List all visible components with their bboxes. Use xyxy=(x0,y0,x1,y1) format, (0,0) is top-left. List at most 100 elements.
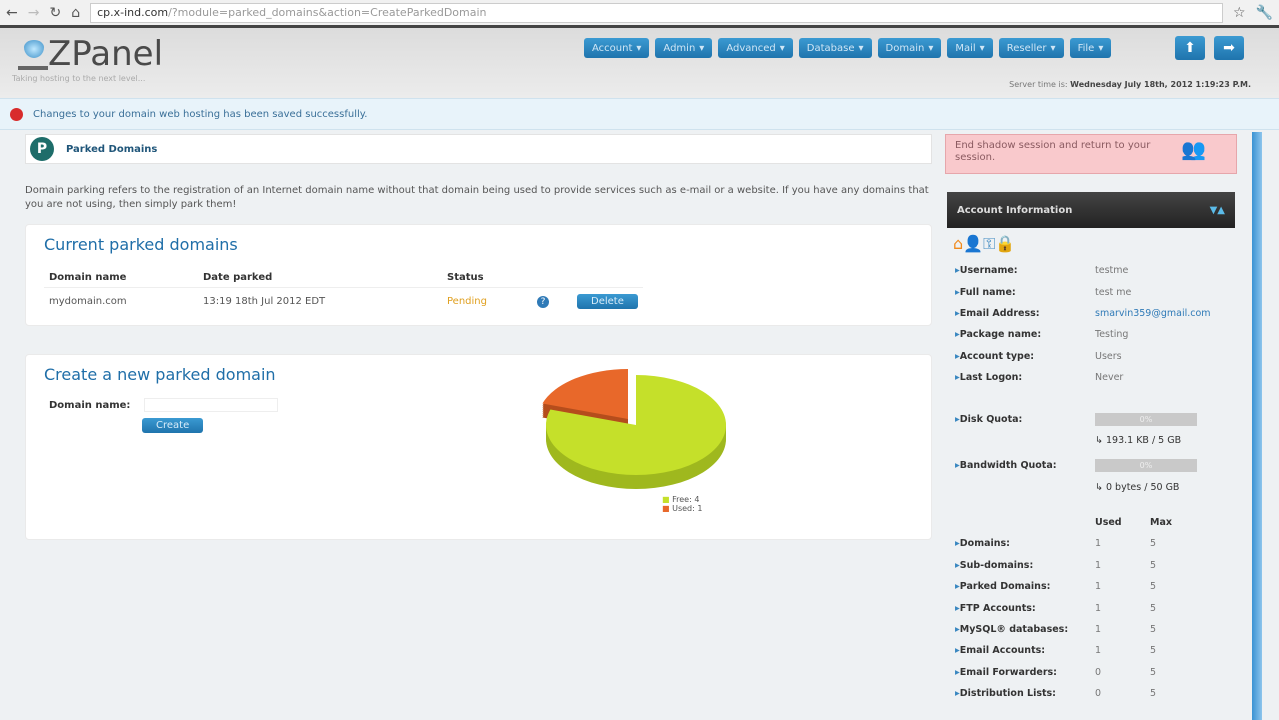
usage-key: FTP Accounts: xyxy=(955,603,1095,614)
usage-key: Email Forwarders: xyxy=(955,667,1095,678)
col-status: Status xyxy=(447,272,484,283)
usage-row: Domains:1 5 xyxy=(945,533,1237,554)
menu-label: Advanced xyxy=(726,42,776,54)
disk-usage: ↳ 193.1 KB / 5 GB xyxy=(1095,434,1182,446)
address-bar[interactable]: cp.x-ind.com/?module=parked_domains&acti… xyxy=(90,2,1223,23)
forward-icon[interactable]: → xyxy=(28,5,40,21)
bandwidth-usage: ↳ 0 bytes / 50 GB xyxy=(1095,481,1180,493)
menu-account[interactable]: Account ▾ xyxy=(584,38,650,58)
usage-max: 5 xyxy=(1150,688,1157,700)
col-domain: Domain name xyxy=(49,272,127,283)
url-host: cp.x-ind.com xyxy=(97,6,169,19)
disk-quota: Disk Quota:0% xyxy=(945,408,1237,429)
usage-used: 1 xyxy=(1095,559,1102,571)
info-value: Users xyxy=(1095,350,1122,362)
usage-key: Distribution Lists: xyxy=(955,688,1095,699)
usage-max: 5 xyxy=(1150,559,1157,571)
zpanel-logo[interactable]: ZPanel xyxy=(18,36,163,72)
account-title: Account Information xyxy=(957,204,1073,216)
usage-used: 0 xyxy=(1095,688,1102,700)
menu-advanced[interactable]: Advanced ▾ xyxy=(718,38,793,58)
menu-label: Reseller xyxy=(1006,42,1047,54)
info-key: Package name: xyxy=(955,329,1095,340)
home-icon[interactable]: ⌂ xyxy=(71,5,80,21)
info-value: Never xyxy=(1095,372,1124,384)
wrench-icon[interactable]: 🔧 xyxy=(1256,5,1273,21)
usage-used: 0 xyxy=(1095,666,1102,678)
help-icon[interactable]: ? xyxy=(537,295,549,308)
account-info-header[interactable]: Account Information ▼▲ xyxy=(947,192,1235,228)
key-icon[interactable]: ⚿ xyxy=(983,234,995,253)
account-info-list: Username:testmeFull name:test meEmail Ad… xyxy=(945,260,1237,388)
back-icon[interactable]: ← xyxy=(6,5,18,21)
users-icon: 👥 xyxy=(1181,137,1206,161)
used-header: Used xyxy=(1095,517,1122,529)
notice-text: Changes to your domain web hosting has b… xyxy=(33,108,368,120)
sidebar: End shadow session and return to your se… xyxy=(945,134,1237,704)
parked-domains-table: Domain name Date parked Status mydomain.co… xyxy=(44,268,643,315)
scrollbar[interactable] xyxy=(1252,132,1262,720)
end-shadow-session[interactable]: End shadow session and return to your se… xyxy=(945,134,1237,174)
page-title: Parked Domains xyxy=(66,143,158,155)
usage-row: Parked Domains:1 5 xyxy=(945,576,1237,597)
collapse-toggle-icon[interactable]: ▼▲ xyxy=(1210,205,1225,216)
menu-database[interactable]: Database ▾ xyxy=(798,38,872,58)
usage-max: 5 xyxy=(1150,602,1157,614)
menu-domain[interactable]: Domain ▾ xyxy=(877,38,942,58)
menu-file[interactable]: File ▾ xyxy=(1069,38,1112,58)
create-parked-domain: Create a new parked domain Domain name: … xyxy=(25,354,932,540)
usage-max: 5 xyxy=(1150,538,1157,550)
bandwidth-quota: Bandwidth Quota:0% xyxy=(945,455,1237,476)
usage-key: Sub-domains: xyxy=(955,560,1095,571)
col-date: Date parked xyxy=(203,272,273,283)
domain-name-label: Domain name: xyxy=(49,399,131,411)
bandwidth-quota-bar: 0% xyxy=(1095,459,1197,473)
domain-name-input[interactable] xyxy=(144,398,279,412)
browser-toolbar: ← → ↻ ⌂ cp.x-ind.com/?module=parked_doma… xyxy=(0,0,1279,28)
current-parked-domains: Current parked domains Domain name Date p… xyxy=(25,224,932,326)
reload-icon[interactable]: ↻ xyxy=(49,5,61,21)
menu-reseller[interactable]: Reseller ▾ xyxy=(998,38,1064,58)
upload-arrow-button[interactable]: ⬆ xyxy=(1175,36,1205,60)
logout-arrow-button[interactable]: ➡ xyxy=(1214,36,1244,60)
usage-key: Domains: xyxy=(955,538,1095,549)
section-heading: Create a new parked domain xyxy=(44,365,276,384)
usage-key: Parked Domains: xyxy=(955,581,1095,592)
usage-row: Distribution Lists:0 5 xyxy=(945,683,1237,704)
domain-cell: mydomain.com xyxy=(44,287,198,315)
legend-used: ■ Used: 1 xyxy=(662,504,703,513)
usage-key: Email Accounts: xyxy=(955,645,1095,656)
menu-mail[interactable]: Mail ▾ xyxy=(947,38,993,58)
date-cell: 13:19 18th Jul 2012 EDT xyxy=(198,287,442,315)
module-description: Domain parking refers to the registratio… xyxy=(25,185,929,210)
legend-free: ■ Free: 4 xyxy=(662,495,700,504)
info-row: Account type:Users xyxy=(945,346,1237,367)
usage-used: 1 xyxy=(1095,581,1102,593)
legend-used-label: Used: 1 xyxy=(672,504,703,513)
legend-free-label: Free: 4 xyxy=(672,495,700,504)
star-icon[interactable]: ☆ xyxy=(1233,5,1246,21)
server-time-label: Server time is: xyxy=(1009,80,1068,89)
info-key: Email Address: xyxy=(955,308,1095,319)
create-button[interactable]: Create xyxy=(142,418,204,433)
delete-button[interactable]: Delete xyxy=(577,294,638,309)
usage-row: Email Accounts:1 5 xyxy=(945,640,1237,661)
usage-row: Sub-domains:1 5 xyxy=(945,555,1237,576)
home-icon[interactable]: ⌂ xyxy=(953,234,963,253)
alert-icon xyxy=(10,107,23,121)
success-notice: Changes to your domain web hosting has b… xyxy=(0,98,1279,130)
menu-admin[interactable]: Admin ▾ xyxy=(655,38,713,58)
status-badge: Pending xyxy=(442,287,532,315)
info-value[interactable]: smarvin359@gmail.com xyxy=(1095,308,1211,319)
menu-label: Database xyxy=(806,42,855,54)
table-row: mydomain.com 13:19 18th Jul 2012 EDT Pen… xyxy=(44,287,643,315)
lock-icon[interactable]: 🔒 xyxy=(995,234,1015,253)
info-row: Full name:test me xyxy=(945,281,1237,302)
user-icon[interactable]: 👤 xyxy=(963,234,983,253)
info-value: test me xyxy=(1095,286,1132,298)
url-path: /?module=parked_domains&action=CreatePar… xyxy=(168,6,487,19)
logo-icon xyxy=(18,38,48,72)
usage-row: FTP Accounts:1 5 xyxy=(945,597,1237,618)
bandwidth-label: Bandwidth Quota: xyxy=(955,460,1095,471)
shadow-text: End shadow session and return to your se… xyxy=(955,140,1151,163)
